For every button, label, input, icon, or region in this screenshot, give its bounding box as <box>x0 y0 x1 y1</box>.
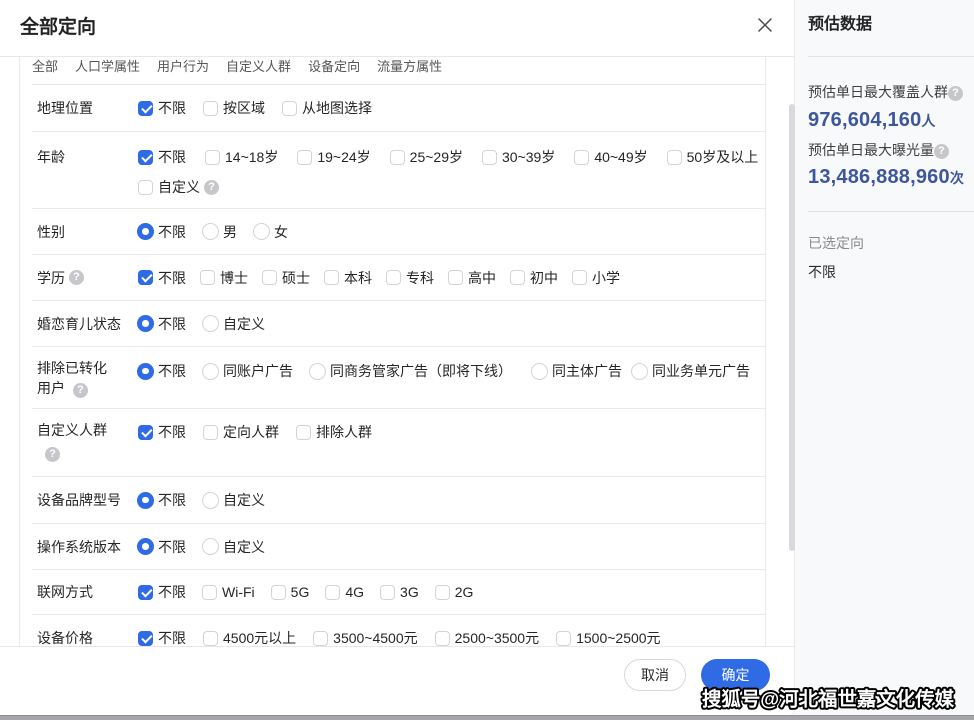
svg-text:搜狐号@河北福世嘉文化传媒: 搜狐号@河北福世嘉文化传媒 <box>702 688 954 711</box>
